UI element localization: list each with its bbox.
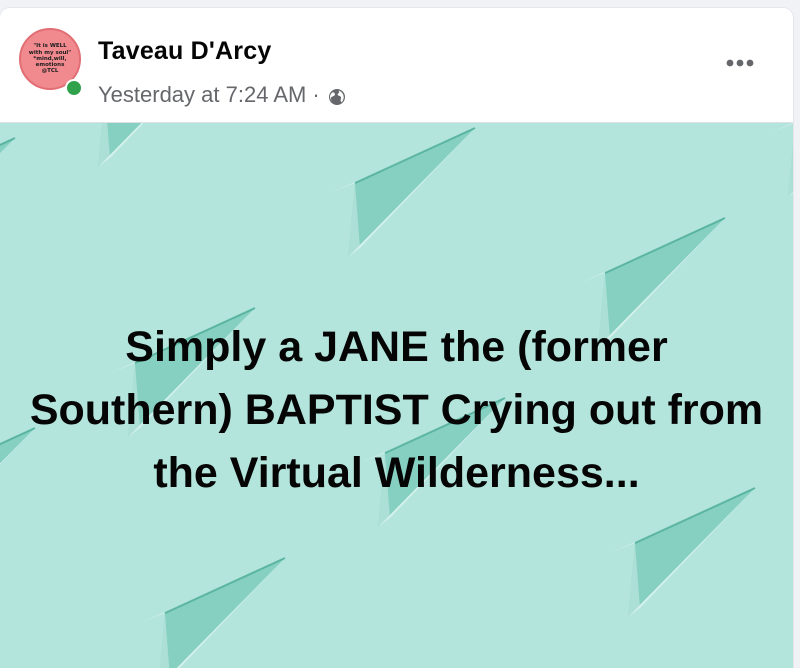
post-card: "It is WELL with my soul" *mind,will, em…: [0, 8, 793, 668]
avatar-caption: "It is WELL with my soul" *mind,will, em…: [28, 43, 72, 75]
more-options-button[interactable]: [720, 46, 760, 80]
meta-separator: ·: [312, 82, 320, 107]
globe-icon[interactable]: [328, 86, 346, 105]
timestamp-link[interactable]: Yesterday at 7:24 AM: [98, 82, 306, 108]
more-horizontal-icon: [726, 59, 754, 67]
author-name[interactable]: Taveau D'Arcy: [98, 37, 271, 66]
post-body-text: Simply a JANE the (former Southern) BAPT…: [29, 323, 764, 497]
post-meta: Yesterday at 7:24 AM ·: [98, 82, 346, 108]
online-status-icon: [65, 79, 83, 97]
post-header: "It is WELL with my soul" *mind,will, em…: [0, 8, 793, 123]
post-background[interactable]: Simply a JANE the (former Southern) BAPT…: [0, 123, 793, 668]
